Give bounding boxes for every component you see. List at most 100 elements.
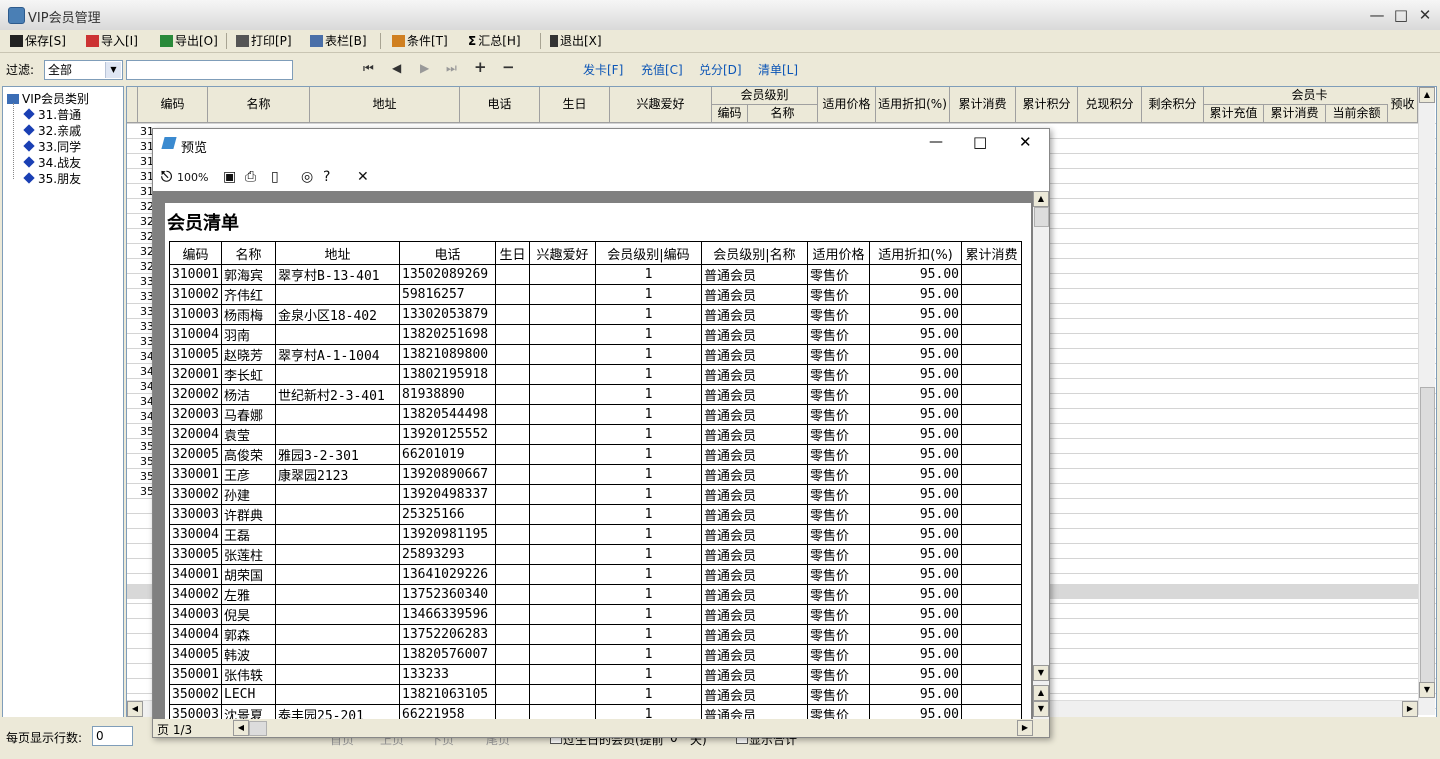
col-member-card[interactable]: 会员卡 — [1204, 87, 1416, 105]
save-button[interactable]: 保存[S] — [6, 32, 70, 50]
report-cell: 普通会员 — [702, 485, 808, 505]
chevron-down-icon[interactable]: ▼ — [105, 62, 121, 78]
preview-hscrollbar[interactable]: 页 1/3 ◀ ▶ — [153, 719, 1049, 737]
col-prepaid[interactable]: 预收 — [1388, 87, 1418, 123]
col-card-balance[interactable]: 当前余额 — [1326, 105, 1388, 123]
summary-button[interactable]: Σ汇总[H] — [464, 32, 525, 50]
report-cell: 66221958 — [400, 705, 496, 720]
report-cell: 世纪新村2-3-401 — [276, 385, 400, 405]
export-button[interactable]: 导出[O] — [156, 32, 222, 50]
help-icon[interactable]: ? — [323, 169, 330, 185]
report-cell: 普通会员 — [702, 305, 808, 325]
report-cell — [496, 285, 530, 305]
scroll-up-icon[interactable]: ▲ — [1419, 87, 1435, 103]
tree-root[interactable]: VIP会员类别 — [7, 90, 89, 107]
col-level-code[interactable]: 编码 — [712, 105, 748, 123]
col-code[interactable]: 编码 — [138, 87, 208, 123]
import-button[interactable]: 导入[I] — [82, 32, 142, 50]
col-address[interactable]: 地址 — [310, 87, 460, 123]
report-cell: 1 — [596, 665, 702, 685]
report-cell: 13821063105 — [400, 685, 496, 705]
report-col-header: 地址 — [276, 242, 400, 265]
scroll-left-icon[interactable]: ◀ — [127, 701, 143, 717]
col-card-recharge[interactable]: 累计充值 — [1204, 105, 1264, 123]
preview-vscrollbar[interactable]: ▲ ▼ ▲ ▼ — [1033, 191, 1049, 719]
col-discount[interactable]: 适用折扣(%) — [876, 87, 950, 123]
scroll-thumb[interactable] — [1034, 207, 1049, 227]
first-record-icon[interactable]: ⏮ — [363, 61, 374, 76]
col-level[interactable]: 会员级别 — [712, 87, 818, 105]
add-record-icon[interactable]: + — [474, 58, 487, 76]
page-setup-icon[interactable]: ▯ — [271, 169, 279, 185]
report-row: 350003沈景夏泰丰园25-201662219581普通会员零售价95.00 — [170, 705, 1022, 720]
scroll-right-icon[interactable]: ▶ — [1017, 720, 1033, 736]
preview-canvas[interactable]: 会员清单 编码名称地址电话生日兴趣爱好会员级别|编码会员级别|名称适用价格适用折… — [153, 191, 1033, 719]
exit-button[interactable]: 退出[X] — [546, 32, 606, 50]
scroll-down-icon[interactable]: ▼ — [1419, 682, 1435, 698]
scroll-left-icon[interactable]: ◀ — [233, 720, 249, 736]
page-down-icon[interactable]: ▼ — [1033, 701, 1049, 717]
scroll-down-icon[interactable]: ▼ — [1033, 665, 1049, 681]
col-total-spend[interactable]: 累计消费 — [950, 87, 1016, 123]
delete-record-icon[interactable]: − — [502, 58, 515, 76]
preview-maximize-icon[interactable]: □ — [973, 133, 987, 151]
redeem-points-link[interactable]: 兑分[D] — [699, 61, 742, 78]
col-phone[interactable]: 电话 — [460, 87, 540, 123]
col-name[interactable]: 名称 — [208, 87, 310, 123]
hscroll-thumb[interactable] — [249, 721, 267, 736]
report-cell — [276, 585, 400, 605]
report-col-header: 名称 — [222, 242, 276, 265]
filter-select[interactable]: 全部 ▼ — [44, 60, 123, 80]
tree-item-friends[interactable]: 35.朋友 — [25, 170, 81, 187]
tree-item-relatives[interactable]: 32.亲戚 — [25, 122, 81, 139]
preview-exit-icon[interactable]: ✕ — [357, 169, 369, 185]
preview-save-icon[interactable]: ▣ — [223, 169, 236, 185]
zoom-level[interactable]: 100% — [177, 171, 208, 184]
report-cell — [276, 285, 400, 305]
search-input[interactable] — [126, 60, 293, 80]
recharge-link[interactable]: 充值[C] — [641, 61, 683, 78]
columns-button[interactable]: 表栏[B] — [306, 32, 371, 50]
preview-close-icon[interactable]: ✕ — [1019, 133, 1032, 151]
scroll-up-icon[interactable]: ▲ — [1033, 191, 1049, 207]
prev-record-icon[interactable]: ◀ — [392, 61, 401, 75]
col-remaining-points[interactable]: 剩余积分 — [1142, 87, 1204, 123]
report-cell: 310001 — [170, 265, 222, 285]
tree-item-normal[interactable]: 31.普通 — [25, 106, 81, 123]
col-hobby[interactable]: 兴趣爱好 — [610, 87, 712, 123]
page-up-icon[interactable]: ▲ — [1033, 685, 1049, 701]
close-icon[interactable]: ✕ — [1412, 5, 1438, 25]
tree-item-comrades[interactable]: 34.战友 — [25, 154, 81, 171]
maximize-icon[interactable]: □ — [1388, 5, 1414, 25]
last-record-icon[interactable]: ⏭ — [446, 61, 457, 76]
preview-minimize-icon[interactable]: — — [929, 134, 943, 150]
preview-dialog: 预览 — □ ✕ ⎋ 100% ▣ ⎙ ▯ ◎ ? ✕ 会员清单 编码名称地址电… — [152, 128, 1050, 738]
col-price[interactable]: 适用价格 — [818, 87, 876, 123]
zoom-icon[interactable]: ⎋ — [161, 169, 172, 185]
report-cell: 倪昊 — [222, 605, 276, 625]
tree-item-classmates[interactable]: 33.同学 — [25, 138, 81, 155]
issue-card-link[interactable]: 发卡[F] — [583, 61, 623, 78]
report-row: 330005张莲柱258932931普通会员零售价95.00 — [170, 545, 1022, 565]
condition-button[interactable]: 条件[T] — [388, 32, 452, 50]
grid-vscrollbar[interactable]: ▲ ▼ — [1418, 87, 1435, 715]
next-record-icon[interactable]: ▶ — [420, 61, 429, 75]
list-link[interactable]: 清单[L] — [758, 61, 798, 78]
minimize-icon[interactable]: — — [1364, 5, 1390, 25]
rows-per-page-input[interactable]: 0 — [92, 726, 133, 746]
print-button[interactable]: 打印[P] — [232, 32, 296, 50]
col-total-points[interactable]: 累计积分 — [1016, 87, 1078, 123]
col-level-name[interactable]: 名称 — [748, 105, 818, 123]
report-cell: 马春娜 — [222, 405, 276, 425]
report-cell — [276, 645, 400, 665]
scroll-thumb[interactable] — [1420, 387, 1435, 689]
col-birthday[interactable]: 生日 — [540, 87, 610, 123]
col-redeemed-points[interactable]: 兑现积分 — [1078, 87, 1142, 123]
report-cell: 杨洁 — [222, 385, 276, 405]
report-cell — [276, 605, 400, 625]
preview-print-icon[interactable]: ⎙ — [245, 169, 256, 185]
tree-line — [13, 103, 15, 179]
scroll-right-icon[interactable]: ▶ — [1402, 701, 1418, 717]
find-icon[interactable]: ◎ — [301, 169, 313, 185]
col-card-spend[interactable]: 累计消费 — [1264, 105, 1326, 123]
